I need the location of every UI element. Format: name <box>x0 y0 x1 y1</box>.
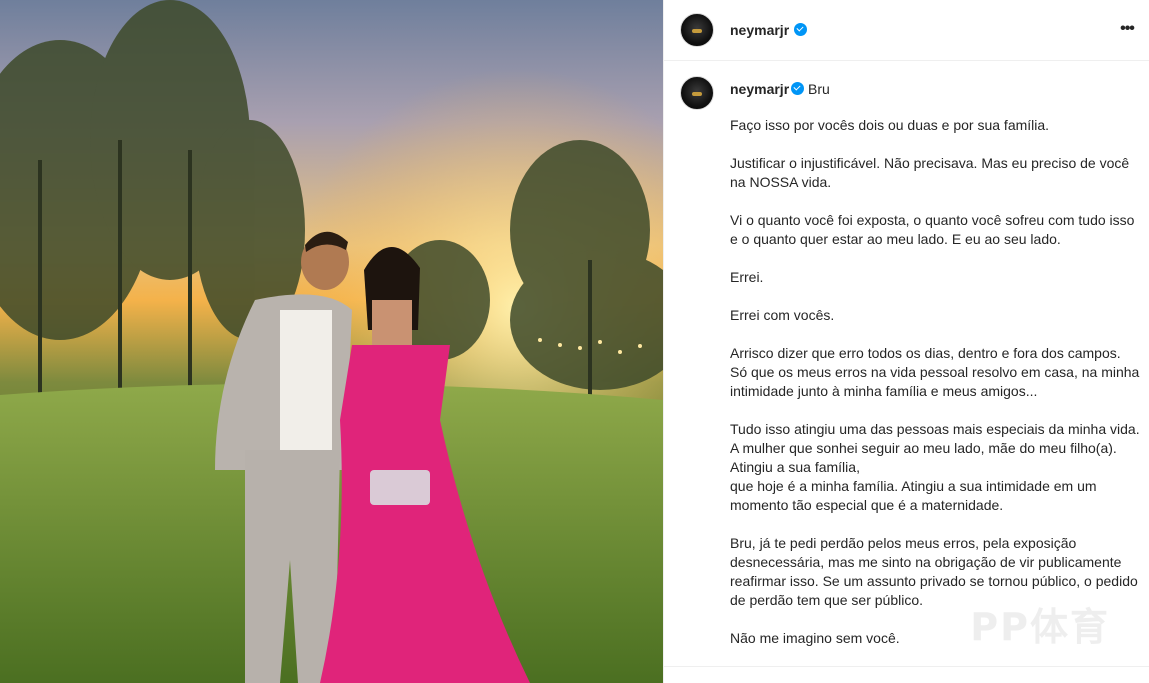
watermark-logo: PP体育 <box>970 605 1110 649</box>
caption-paragraph: Errei. <box>730 269 764 285</box>
verified-badge-icon <box>794 23 807 36</box>
divider <box>664 666 1149 667</box>
caption-paragraph: Vi o quanto você foi exposta, o quanto v… <box>730 212 1135 247</box>
caption-paragraph: Tudo isso atingiu uma das pessoas mais e… <box>730 421 1140 513</box>
caption-text: Faço isso por vocês dois ou duas e por s… <box>730 116 1140 648</box>
author-username[interactable]: neymarjr <box>730 22 789 38</box>
post-header: neymarjr ••• <box>664 0 1149 61</box>
caption-username[interactable]: neymarjr <box>730 81 789 97</box>
ellipsis-icon[interactable]: ••• <box>1116 16 1138 42</box>
caption-paragraph: Justificar o injustificável. Não precisa… <box>730 155 1130 190</box>
avatar[interactable] <box>680 13 714 47</box>
post-photo[interactable] <box>0 0 663 683</box>
caption-avatar[interactable] <box>680 76 714 110</box>
post-side-panel: neymarjr ••• neymarjr Bru Faço isso por … <box>663 0 1149 683</box>
caption-paragraph: Faço isso por vocês dois ou duas e por s… <box>730 117 1050 133</box>
caption-paragraph: Arrisco dizer que erro todos os dias, de… <box>730 345 1140 399</box>
caption-paragraph: Errei com vocês. <box>730 307 835 323</box>
verified-badge-icon <box>791 82 804 95</box>
tagged-user[interactable]: Bru <box>808 81 830 97</box>
couple-photo-illustration <box>0 0 663 683</box>
